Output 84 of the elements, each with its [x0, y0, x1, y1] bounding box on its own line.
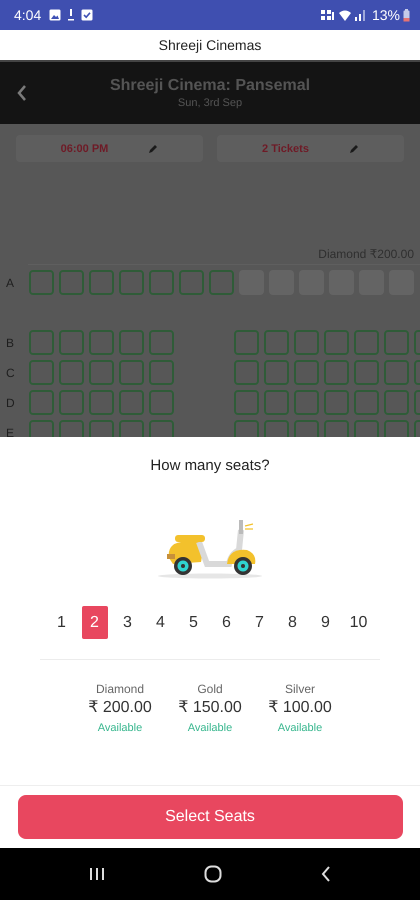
signal-icon	[354, 9, 365, 21]
seat[interactable]	[384, 360, 409, 385]
seat[interactable]	[149, 390, 174, 415]
seat[interactable]	[234, 360, 259, 385]
cinema-title: Shreeji Cinema: Pansemal	[110, 77, 310, 95]
seat[interactable]	[354, 360, 379, 385]
seat[interactable]	[179, 270, 204, 295]
row-label: A	[6, 276, 16, 290]
checkbox-icon	[81, 9, 94, 21]
seat[interactable]	[324, 390, 349, 415]
row-label: E	[6, 426, 16, 437]
network-icon	[320, 8, 335, 22]
seat[interactable]	[294, 330, 319, 355]
seat[interactable]	[234, 330, 259, 355]
seat[interactable]	[209, 270, 234, 295]
class-name: Diamond	[96, 682, 144, 696]
download-icon	[67, 8, 76, 22]
back-icon	[320, 866, 331, 882]
seat[interactable]	[89, 330, 114, 355]
seat[interactable]	[384, 330, 409, 355]
seat[interactable]	[294, 390, 319, 415]
seat[interactable]	[264, 360, 289, 385]
status-time: 4:04	[14, 7, 42, 23]
seat[interactable]	[119, 270, 144, 295]
class-price: ₹ 100.00	[268, 698, 332, 717]
seat[interactable]	[59, 330, 84, 355]
image-icon	[49, 9, 62, 21]
class-name: Gold	[197, 682, 223, 696]
seat-count-option[interactable]: 5	[180, 606, 206, 639]
seat[interactable]	[234, 390, 259, 415]
class-price: ₹ 150.00	[178, 698, 242, 717]
app-title: Shreeji Cinemas	[158, 37, 262, 53]
row-label: C	[6, 366, 16, 380]
select-seats-button[interactable]: Select Seats	[18, 795, 402, 839]
seat-count-option[interactable]: 9	[312, 606, 338, 639]
seat[interactable]	[384, 390, 409, 415]
seat[interactable]	[59, 360, 84, 385]
row-label: B	[6, 336, 16, 350]
seat[interactable]	[89, 270, 114, 295]
seat[interactable]	[59, 390, 84, 415]
seat[interactable]	[149, 270, 174, 295]
battery-percent: 13%	[372, 7, 400, 23]
seat[interactable]	[59, 270, 84, 295]
seat[interactable]	[264, 390, 289, 415]
battery-icon	[403, 8, 410, 22]
availability-label: Available	[98, 722, 142, 734]
seat[interactable]	[354, 390, 379, 415]
class-name: Silver	[284, 682, 315, 696]
seat-count-option[interactable]: 8	[280, 606, 306, 639]
seat-count-option[interactable]: 7	[246, 606, 272, 639]
wifi-icon	[338, 8, 352, 22]
availability-label: Available	[188, 722, 232, 734]
seat[interactable]	[29, 360, 54, 385]
availability-label: Available	[278, 722, 322, 734]
show-date: Sun, 3rd Sep	[178, 97, 242, 109]
sheet-question: How many seats?	[150, 457, 270, 474]
recents-icon	[89, 867, 106, 881]
row-label: D	[6, 396, 16, 410]
seat[interactable]	[324, 330, 349, 355]
seat[interactable]	[294, 360, 319, 385]
seat[interactable]	[89, 390, 114, 415]
seat[interactable]	[119, 390, 144, 415]
seat-count-option[interactable]: 10	[346, 606, 372, 639]
seat-count-option[interactable]: 6	[214, 606, 240, 639]
seat[interactable]	[89, 360, 114, 385]
home-icon	[204, 865, 222, 883]
seat[interactable]	[119, 360, 144, 385]
seat-count-option[interactable]: 4	[148, 606, 174, 639]
seat[interactable]	[324, 360, 349, 385]
seat[interactable]	[29, 270, 54, 295]
pencil-icon	[348, 144, 359, 154]
class-price: ₹ 200.00	[88, 698, 152, 717]
seat[interactable]	[119, 330, 144, 355]
seat-count-option[interactable]: 3	[114, 606, 140, 639]
seat[interactable]	[29, 330, 54, 355]
pencil-icon	[148, 144, 158, 154]
seat-count-option[interactable]: 1	[48, 606, 74, 639]
seat[interactable]	[149, 360, 174, 385]
back-icon	[16, 84, 28, 102]
seat[interactable]	[149, 330, 174, 355]
seat[interactable]	[354, 330, 379, 355]
seat[interactable]	[264, 330, 289, 355]
seat[interactable]	[29, 390, 54, 415]
seat-count-option[interactable]: 2	[82, 606, 108, 639]
